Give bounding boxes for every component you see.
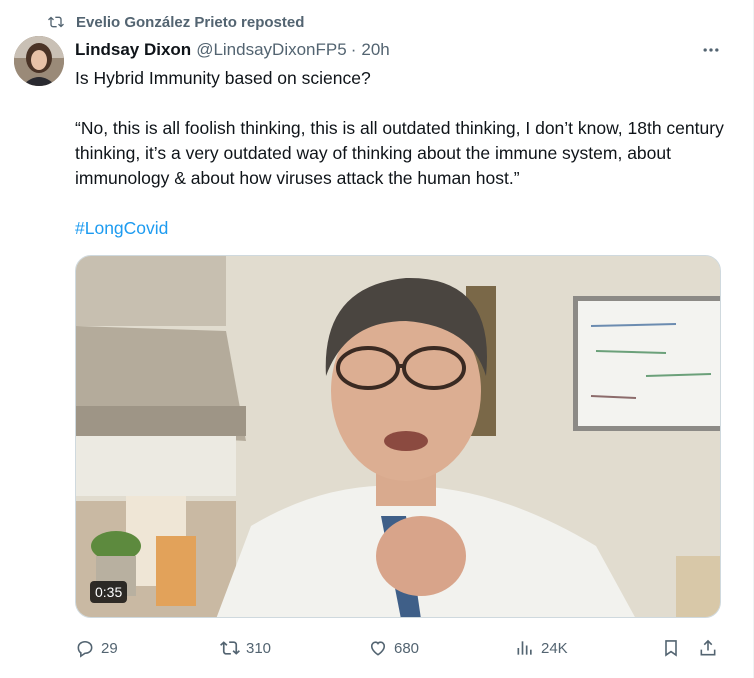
video-duration: 0:35 (90, 581, 128, 603)
avatar[interactable] (14, 36, 64, 86)
hashtag-link[interactable]: #LongCovid (75, 218, 168, 238)
repost-indicator[interactable]: Evelio González Prieto reposted (48, 11, 304, 33)
bookmark-icon (665, 640, 677, 657)
reply-button[interactable]: 29 (75, 633, 118, 663)
view-count: 24K (541, 639, 568, 657)
share-button[interactable] (698, 633, 718, 663)
repost-icon (48, 16, 64, 28)
tweet-time[interactable]: 20h (361, 40, 389, 60)
repost-text: Evelio González Prieto reposted (76, 13, 305, 31)
analytics-icon (517, 641, 532, 655)
repost-button[interactable]: 310 (220, 633, 271, 663)
video-player[interactable]: 0:35 (75, 255, 721, 618)
separator-dot: · (350, 40, 357, 59)
share-icon (700, 639, 716, 656)
video-thumbnail (76, 256, 720, 617)
bookmark-button[interactable] (661, 633, 681, 663)
heart-icon (370, 641, 386, 656)
reply-count: 29 (101, 639, 118, 657)
reply-icon (77, 640, 93, 658)
like-count: 680 (394, 639, 420, 657)
tweet-text: Is Hybrid Immunity based on science? “No… (75, 66, 725, 241)
more-horizontal-icon (703, 48, 719, 52)
repost-count: 310 (246, 639, 272, 657)
author-handle[interactable]: @LindsayDixonFP5 (196, 40, 347, 60)
tweet-header: Lindsay Dixon @LindsayDixonFP5 · 20h (75, 38, 390, 62)
repost-icon (220, 641, 240, 655)
tweet-line-question: Is Hybrid Immunity based on science? (75, 68, 371, 88)
views-button[interactable]: 24K (515, 633, 568, 663)
author-name[interactable]: Lindsay Dixon (75, 40, 191, 60)
more-button[interactable] (697, 36, 725, 64)
tweet-quote: “No, this is all foolish thinking, this … (75, 118, 724, 188)
tweet-card[interactable]: Evelio González Prieto reposted Lindsay … (0, 0, 754, 678)
like-button[interactable]: 680 (368, 633, 419, 663)
action-bar: 29 310 680 24K (75, 633, 725, 663)
